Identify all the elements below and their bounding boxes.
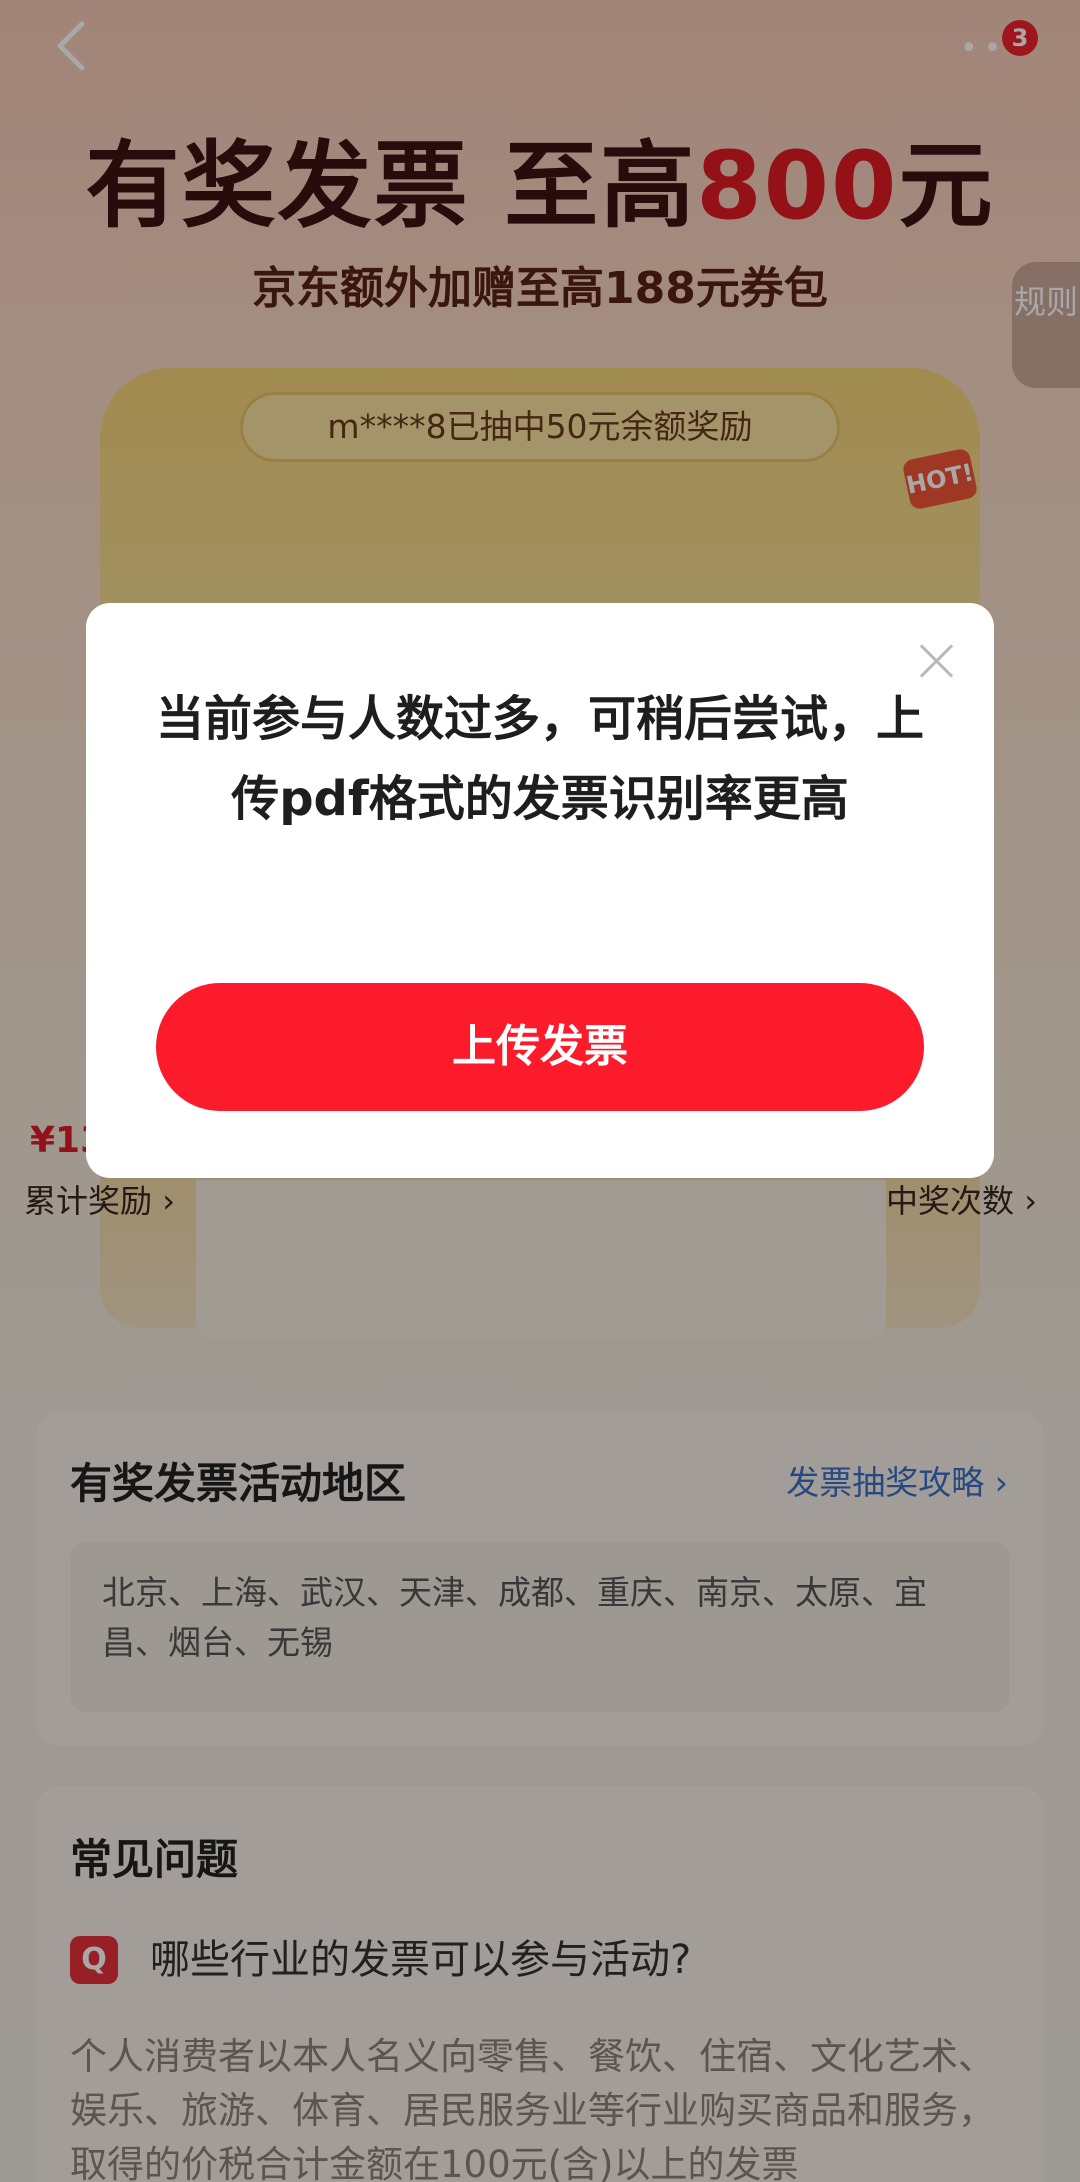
notice-dialog: 当前参与人数过多，可稍后尝试，上传pdf格式的发票识别率更高 上传发票 [86, 603, 994, 1178]
dialog-message: 当前参与人数过多，可稍后尝试，上传pdf格式的发票识别率更高 [156, 691, 925, 827]
upload-invoice-button[interactable]: 上传发票 [156, 983, 924, 1111]
close-icon[interactable] [918, 643, 954, 679]
